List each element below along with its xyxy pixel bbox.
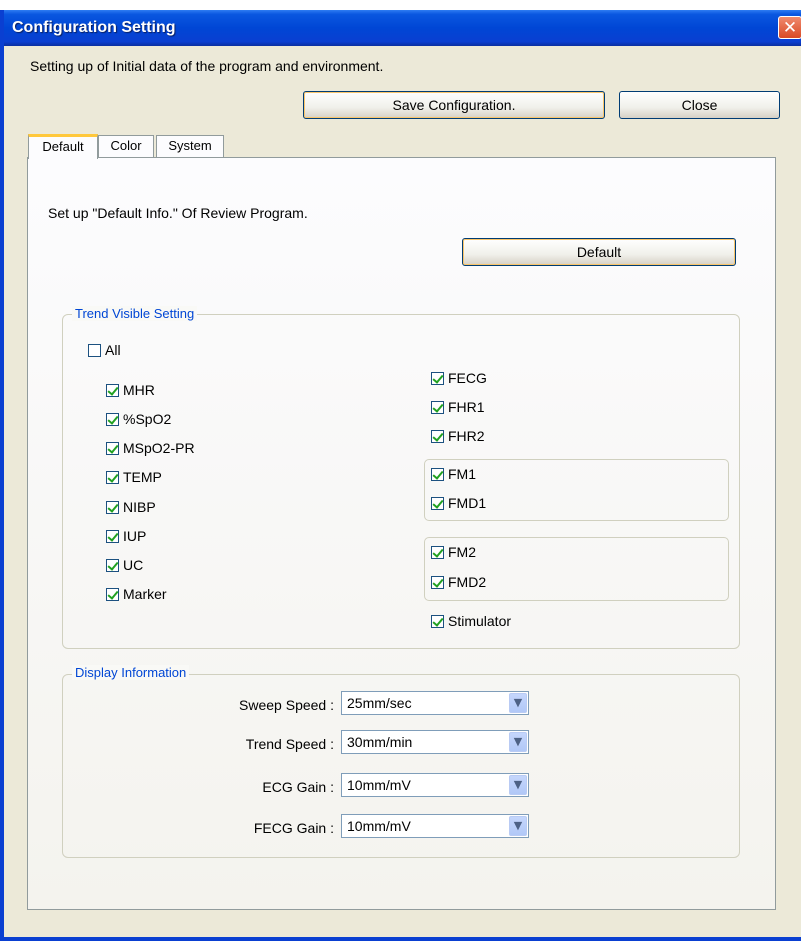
checkbox-label: FMD2: [448, 574, 487, 590]
title-bar[interactable]: Configuration Setting ✕: [4, 10, 801, 46]
checkbox-label: All: [105, 342, 121, 358]
chevron-down-icon[interactable]: ▼: [509, 816, 527, 836]
save-configuration-button[interactable]: Save Configuration.: [303, 91, 605, 119]
ecg-gain-label: ECG Gain :: [262, 779, 334, 795]
checkbox-box[interactable]: [106, 587, 119, 601]
sweep-speed-value: 25mm/sec: [347, 695, 412, 711]
checkbox-label: MSpO2-PR: [123, 440, 195, 456]
checkbox-box[interactable]: [431, 400, 444, 414]
checkbox-box[interactable]: [106, 500, 119, 514]
tab-color[interactable]: Color: [98, 135, 154, 157]
fecg-gain-value: 10mm/mV: [347, 818, 411, 834]
close-button[interactable]: Close: [619, 91, 780, 119]
panel-description: Set up "Default Info." Of Review Program…: [48, 205, 308, 221]
checkbox-marker[interactable]: Marker: [106, 585, 167, 603]
trend-speed-value: 30mm/min: [347, 734, 413, 750]
checkbox-label: FMD1: [448, 495, 487, 511]
checkbox-label: FHR2: [448, 428, 485, 444]
display-information-title: Display Information: [72, 665, 190, 680]
checkbox-box[interactable]: [106, 441, 119, 455]
tab-default[interactable]: Default: [28, 134, 98, 159]
checkbox-box[interactable]: [431, 545, 444, 559]
checkbox-box[interactable]: [431, 575, 444, 589]
trend-visible-title: Trend Visible Setting: [72, 306, 198, 321]
checkbox-box[interactable]: [431, 467, 444, 481]
checkbox-box[interactable]: [106, 529, 119, 543]
checkbox-box[interactable]: [88, 343, 101, 357]
window-title: Configuration Setting: [12, 19, 176, 36]
checkbox-label: Marker: [123, 586, 167, 602]
checkbox-box[interactable]: [106, 383, 119, 397]
checkbox-box[interactable]: [431, 496, 444, 510]
checkbox-all[interactable]: All: [88, 341, 121, 359]
checkbox-fecg[interactable]: FECG: [431, 369, 487, 387]
checkbox-box[interactable]: [431, 429, 444, 443]
checkbox-label: TEMP: [123, 469, 162, 485]
fecg-gain-label: FECG Gain :: [253, 820, 334, 836]
checkbox-label: MHR: [123, 382, 155, 398]
checkbox-fm2[interactable]: FM2: [431, 543, 476, 561]
sweep-speed-select[interactable]: 25mm/sec ▼: [341, 691, 529, 715]
checkbox-spo2[interactable]: %SpO2: [106, 410, 171, 428]
checkbox-label: %SpO2: [123, 411, 172, 427]
checkbox-label: NIBP: [123, 499, 156, 515]
sweep-speed-label: Sweep Speed :: [239, 697, 334, 713]
checkbox-fm1[interactable]: FM1: [431, 465, 476, 483]
checkbox-label: FM1: [448, 466, 476, 482]
config-description: Setting up of Initial data of the progra…: [30, 58, 384, 74]
fecg-gain-select[interactable]: 10mm/mV ▼: [341, 814, 529, 838]
checkbox-fmd2[interactable]: FMD2: [431, 573, 486, 591]
tab-system[interactable]: System: [156, 135, 224, 157]
checkbox-temp[interactable]: TEMP: [106, 468, 162, 486]
checkbox-label: UC: [123, 557, 144, 573]
checkbox-label: FM2: [448, 544, 476, 560]
checkbox-box[interactable]: [431, 614, 444, 628]
checkbox-label: Stimulator: [448, 613, 512, 629]
chevron-down-icon[interactable]: ▼: [509, 775, 527, 795]
close-icon[interactable]: ✕: [778, 16, 801, 39]
trend-speed-select[interactable]: 30mm/min ▼: [341, 730, 529, 754]
checkbox-box[interactable]: [106, 470, 119, 484]
ecg-gain-value: 10mm/mV: [347, 777, 411, 793]
checkbox-fmd1[interactable]: FMD1: [431, 494, 486, 512]
checkbox-nibp[interactable]: NIBP: [106, 498, 156, 516]
ecg-gain-select[interactable]: 10mm/mV ▼: [341, 773, 529, 797]
checkbox-mhr[interactable]: MHR: [106, 381, 155, 399]
checkbox-fhr2[interactable]: FHR2: [431, 427, 485, 445]
checkbox-label: IUP: [123, 528, 147, 544]
checkbox-box[interactable]: [106, 412, 119, 426]
trend-speed-label: Trend Speed :: [245, 736, 334, 752]
chevron-down-icon[interactable]: ▼: [509, 732, 527, 752]
checkbox-stimulator[interactable]: Stimulator: [431, 612, 511, 630]
checkbox-label: FHR1: [448, 399, 485, 415]
default-button[interactable]: Default: [462, 238, 736, 266]
checkbox-mspo2-pr[interactable]: MSpO2-PR: [106, 439, 195, 457]
checkbox-box[interactable]: [106, 558, 119, 572]
chevron-down-icon[interactable]: ▼: [509, 693, 527, 713]
checkbox-box[interactable]: [431, 371, 444, 385]
checkbox-fhr1[interactable]: FHR1: [431, 398, 485, 416]
checkbox-iup[interactable]: IUP: [106, 527, 146, 545]
checkbox-uc[interactable]: UC: [106, 556, 143, 574]
checkbox-label: FECG: [448, 370, 487, 386]
